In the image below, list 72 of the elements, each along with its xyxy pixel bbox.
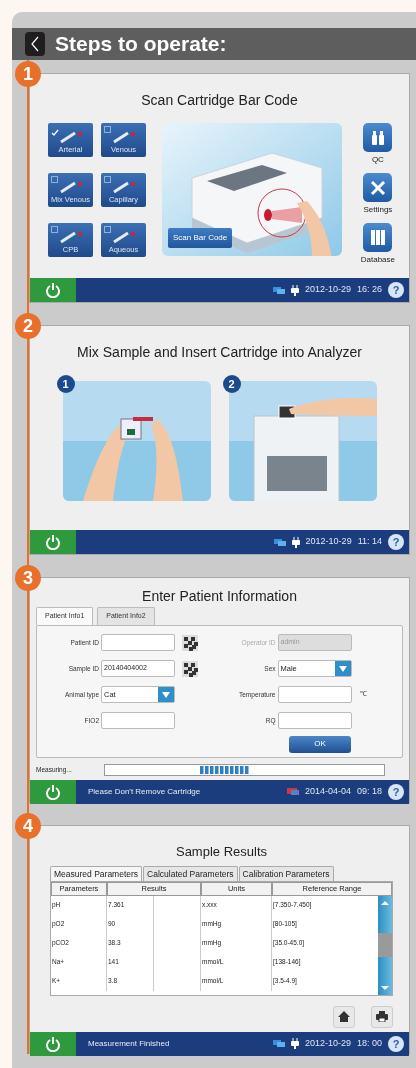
input-field[interactable] [101, 634, 175, 651]
tab[interactable]: Calibration Parameters [238, 865, 334, 882]
input-field[interactable] [101, 712, 175, 729]
status-text: Measurement Finished [88, 1037, 170, 1050]
screen-title: Enter Patient Information [141, 587, 298, 606]
tab[interactable]: Calculated Parameters [143, 865, 238, 882]
plug-icon [290, 284, 299, 296]
screen-title: Sample Results [174, 843, 268, 861]
input-field[interactable] [277, 686, 352, 703]
step-number: 1 [56, 375, 75, 393]
help-button[interactable]: ? [388, 282, 404, 298]
date-text: 2012-10-29 [304, 1036, 351, 1050]
checkbox[interactable] [104, 126, 111, 133]
home-button[interactable] [333, 1005, 355, 1028]
step-number: 3 [15, 565, 41, 591]
step-number: 4 [15, 813, 41, 839]
up-arrow-icon [380, 899, 390, 906]
network-icon [272, 285, 285, 295]
print-button[interactable] [371, 1005, 393, 1028]
step-number: 1 [15, 61, 41, 87]
settings-icon [369, 179, 386, 196]
screen-title: Scan Cartridge Bar Code [140, 91, 299, 110]
scrollbar-thumb[interactable] [378, 933, 392, 957]
checkbox[interactable] [51, 176, 58, 183]
vials-icon [370, 130, 385, 145]
network-icon [272, 1039, 285, 1048]
device-icon [286, 787, 299, 796]
down-arrow-icon [380, 984, 390, 991]
caret-icon [338, 665, 347, 672]
power-button[interactable] [30, 530, 76, 554]
help-button[interactable]: ? [388, 1035, 404, 1052]
home-icon [338, 1011, 350, 1022]
date-text: 2012-10-29 [305, 535, 352, 549]
qr-code-icon[interactable] [182, 634, 198, 651]
scrollbar[interactable] [378, 895, 392, 995]
power-button[interactable] [30, 1031, 76, 1056]
plug-icon [290, 1038, 299, 1049]
check-icon [51, 128, 59, 136]
binders-icon [370, 230, 385, 245]
back-icon [31, 36, 39, 52]
power-icon [45, 783, 61, 800]
power-icon [45, 534, 61, 550]
date-text: 2012-10-29 [304, 283, 351, 297]
power-button[interactable] [30, 278, 76, 302]
header-title: Steps to operate: [55, 31, 227, 58]
time-text: 09: 18 [356, 784, 382, 798]
status-text: Please Don't Remove Cartridge [88, 785, 201, 798]
back-button[interactable] [25, 32, 45, 56]
network-icon [273, 537, 286, 547]
power-button[interactable] [30, 779, 76, 804]
step-number: 2 [222, 375, 241, 393]
caret-icon [162, 691, 170, 698]
date-text: 2014-04-04 [304, 784, 351, 798]
time-text: 16: 26 [356, 283, 382, 297]
help-button[interactable]: ? [388, 534, 404, 550]
plug-icon [291, 536, 300, 548]
power-icon [45, 1035, 61, 1052]
ok-button[interactable]: OK [289, 735, 351, 753]
screen-title: Mix Sample and Insert Cartridge into Analyzer [76, 343, 363, 362]
step-number: 2 [15, 313, 41, 339]
checkbox[interactable] [104, 176, 111, 183]
printer-icon [376, 1011, 388, 1022]
help-button[interactable]: ? [388, 783, 404, 800]
time-text: 18: 00 [356, 1036, 382, 1050]
input-field[interactable] [277, 712, 352, 729]
checkbox[interactable] [51, 226, 58, 233]
power-icon [45, 282, 61, 298]
qr-code-icon[interactable] [182, 660, 198, 677]
time-text: 11: 14 [357, 535, 382, 549]
scan-bar-code-button[interactable]: Scan Bar Code [168, 228, 233, 248]
checkbox[interactable] [104, 226, 111, 233]
tab[interactable]: Measured Parameters [50, 865, 143, 882]
